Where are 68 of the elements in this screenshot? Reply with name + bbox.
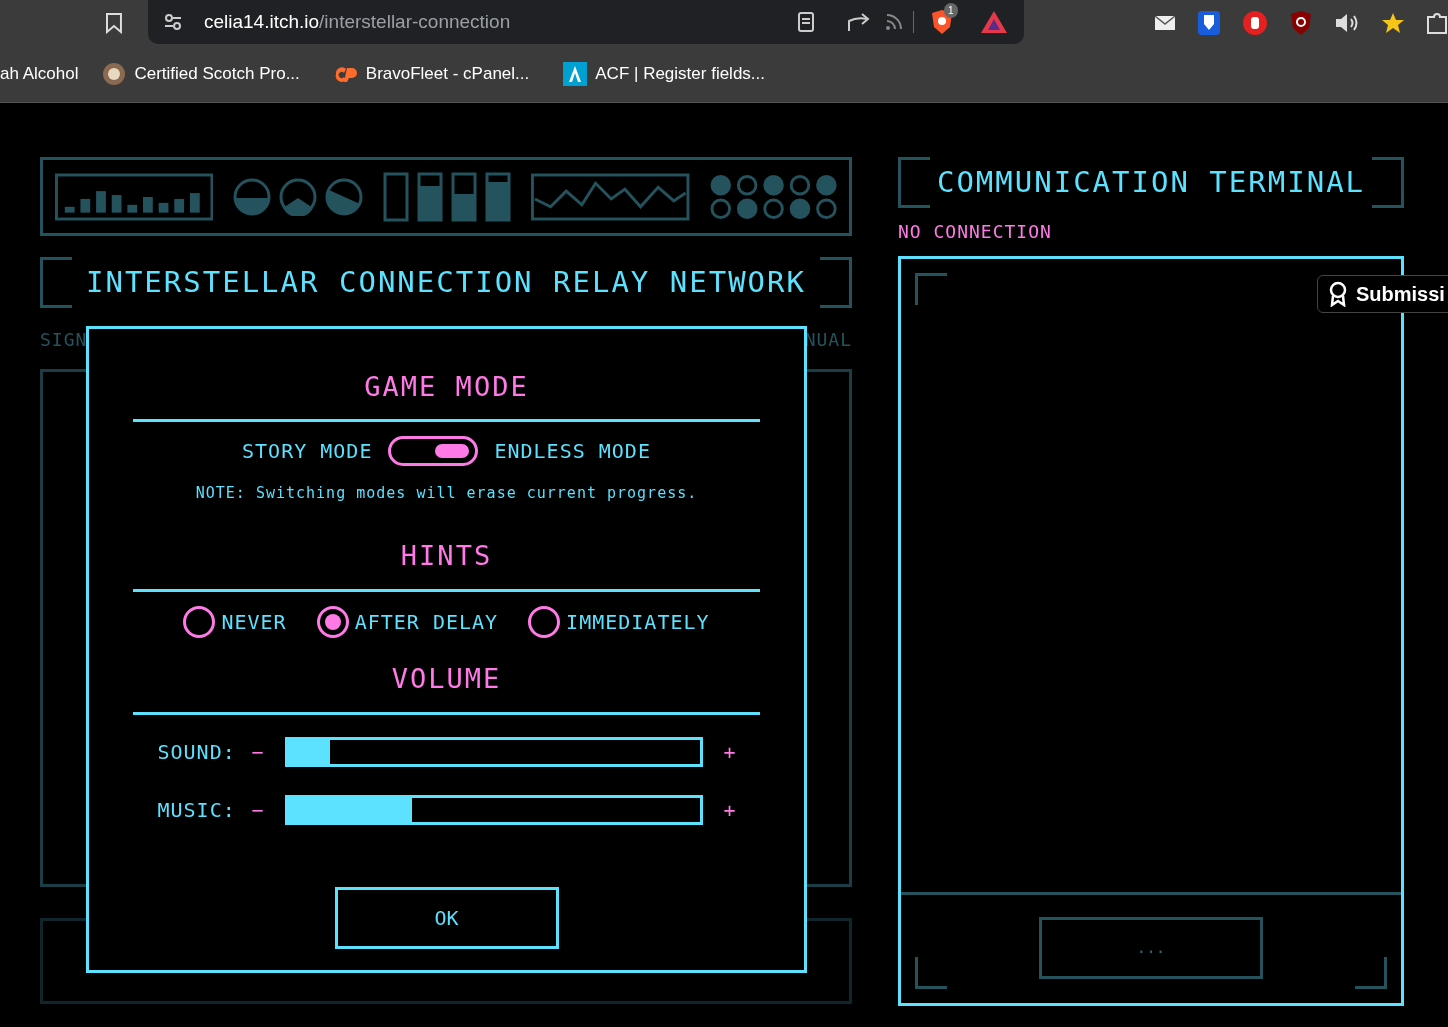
connection-status: NO CONNECTION (898, 220, 1053, 244)
gauge-icon (279, 177, 318, 216)
mode-note: NOTE: Switching modes will erase current progress. (195, 483, 698, 504)
speaker-icon[interactable] (1334, 12, 1360, 34)
mode-label: ENDLESS MODE (494, 438, 651, 465)
puzzle-icon[interactable] (1426, 11, 1448, 35)
increase-button[interactable]: + (723, 794, 736, 825)
hint-option[interactable]: IMMEDIATELY (528, 605, 710, 638)
slider-label: SOUND: (157, 738, 237, 766)
share-icon[interactable] (847, 11, 871, 33)
radio-button[interactable] (528, 605, 561, 638)
site-settings-icon[interactable] (163, 13, 182, 31)
mode-label: STORY MODE (242, 438, 373, 465)
radio-button[interactable] (316, 605, 349, 638)
mode-toggle[interactable] (388, 436, 479, 466)
section-heading: GAME MODE (364, 369, 529, 404)
decrease-button[interactable]: − (251, 736, 286, 767)
gauge-icon (325, 177, 364, 216)
corner-bracket (820, 257, 852, 308)
section-heading: VOLUME (391, 662, 502, 697)
gauge-icon (233, 177, 272, 216)
increase-button[interactable]: + (723, 736, 736, 767)
hint-option[interactable]: NEVER (183, 605, 287, 638)
corner-bracket (40, 257, 72, 308)
bar-graph-icon (55, 172, 214, 221)
terminal-title: COMMUNICATION TERMINAL (936, 163, 1366, 201)
corner-bracket (1355, 957, 1387, 989)
volume-slider[interactable] (285, 794, 704, 825)
mail-icon[interactable] (1154, 15, 1176, 31)
corner-bracket (1372, 157, 1404, 208)
bookmark-link[interactable]: Certified Scotch Pro... (102, 61, 300, 87)
star-icon[interactable] (1381, 12, 1405, 34)
level-meter-icon (485, 171, 512, 222)
badge-label: Submissi (1356, 282, 1445, 307)
bookmark-icon[interactable] (105, 12, 123, 34)
corner-bracket (915, 273, 947, 305)
level-meter-icon (383, 171, 410, 222)
volume-slider[interactable] (285, 736, 704, 767)
bookmark-link[interactable]: ACF | Register fields... (563, 61, 765, 87)
waveform-icon (531, 172, 690, 221)
award-icon (1328, 281, 1348, 307)
reader-icon[interactable] (797, 11, 815, 33)
submission-badge[interactable]: Submissi (1317, 275, 1448, 313)
radio-button[interactable] (183, 605, 216, 638)
section-label: SIGN (40, 328, 88, 352)
page-title: INTERSTELLAR CONNECTION RELAY NETWORK (86, 263, 806, 301)
seal-icon (102, 62, 127, 86)
corner-bracket (898, 157, 930, 208)
bookmark-link[interactable]: BravoFleet - cPanel... (333, 61, 530, 87)
decrease-button[interactable]: − (251, 794, 286, 825)
triangle-icon[interactable] (980, 10, 1008, 34)
shield-icon[interactable] (1289, 10, 1313, 36)
level-meter-icon (417, 171, 444, 222)
bookmark-link[interactable]: ah Alcohol (0, 61, 79, 87)
hand-icon[interactable] (1242, 10, 1268, 36)
corner-bracket (915, 957, 947, 989)
shield-icon[interactable] (1197, 10, 1221, 36)
level-meter-icon (451, 171, 478, 222)
hint-option[interactable]: AFTER DELAY (316, 605, 499, 638)
slider-label: MUSIC: (157, 796, 237, 824)
logo-icon (333, 65, 358, 83)
ok-button[interactable]: OK (334, 886, 559, 949)
address-bar[interactable]: celia14.itch.io/interstellar-connection 1 (147, 0, 1024, 44)
section-heading: HINTS (400, 539, 493, 574)
logo-icon (563, 62, 588, 86)
rss-icon[interactable] (885, 13, 903, 31)
url-text: celia14.itch.io/interstellar-connection (203, 9, 511, 34)
notification-count: 1 (944, 3, 958, 18)
